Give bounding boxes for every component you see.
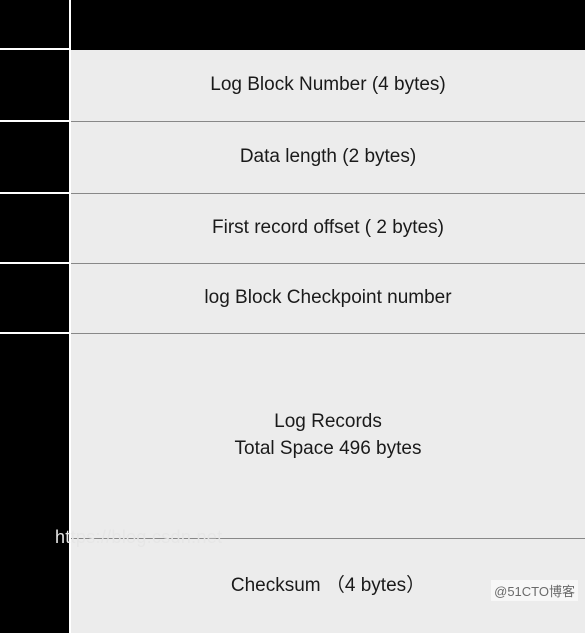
log-records-line2: Total Space 496 bytes (235, 436, 422, 463)
field-log-records: Log Records Total Space 496 bytes (71, 334, 585, 539)
header-left-cell (0, 0, 71, 50)
row-checksum: Checksum （4 bytes） (0, 539, 585, 633)
row-log-records: Log Records Total Space 496 bytes (0, 334, 585, 539)
header-row (0, 0, 585, 50)
field-data-length: Data length (2 bytes) (71, 122, 585, 194)
field-first-record-offset: First record offset ( 2 bytes) (71, 194, 585, 264)
log-block-diagram: Log Block Number (4 bytes) Data length (… (0, 0, 585, 633)
row-data-length: Data length (2 bytes) (0, 122, 585, 194)
field-checkpoint-number: log Block Checkpoint number (71, 264, 585, 334)
left-cell (0, 122, 71, 194)
field-log-block-number: Log Block Number (4 bytes) (71, 50, 585, 122)
log-records-line1: Log Records (274, 409, 382, 436)
row-checkpoint-number: log Block Checkpoint number (0, 264, 585, 334)
left-cell (0, 50, 71, 122)
left-cell (0, 194, 71, 264)
header-right-cell (71, 0, 585, 50)
row-first-record-offset: First record offset ( 2 bytes) (0, 194, 585, 264)
field-checksum: Checksum （4 bytes） (71, 539, 585, 633)
row-log-block-number: Log Block Number (4 bytes) (0, 50, 585, 122)
left-cell (0, 539, 71, 633)
left-cell (0, 264, 71, 334)
left-cell (0, 334, 71, 539)
